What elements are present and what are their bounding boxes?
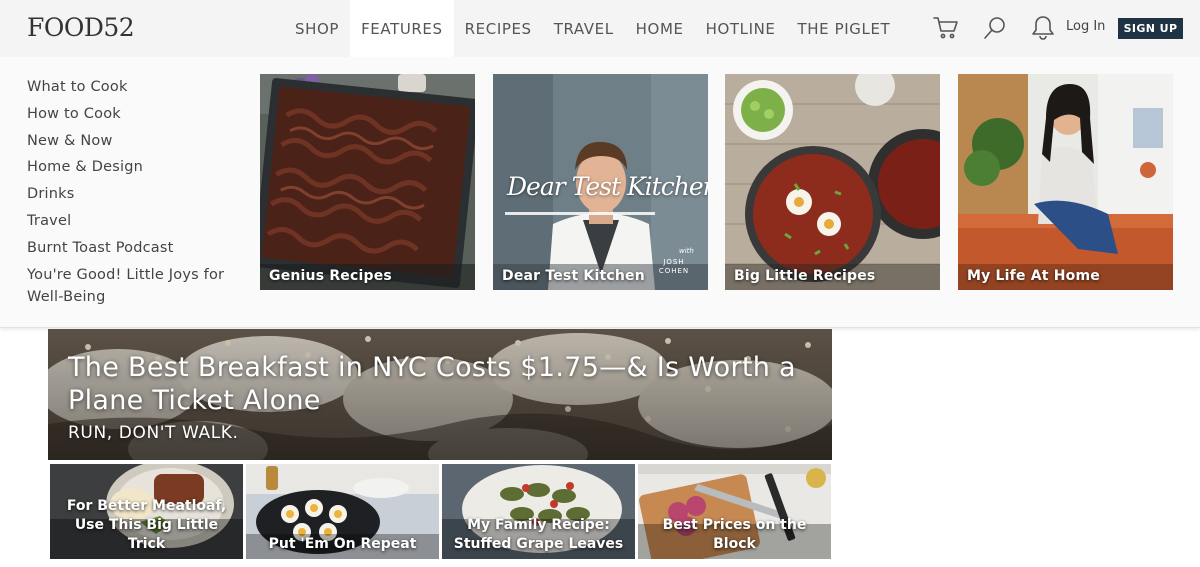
- feature-card-my-life-at-home[interactable]: My Life At Home: [958, 74, 1173, 290]
- genius-recipes-image: [260, 74, 475, 290]
- features-dropdown: What to Cook How to Cook New & Now Home …: [0, 57, 1200, 328]
- search-icon[interactable]: [981, 14, 1009, 42]
- my-life-at-home-image: [958, 74, 1173, 290]
- article-tile-meatloaf[interactable]: For Better Meatloaf, Use This Big Little…: [50, 464, 243, 559]
- nav-recipes[interactable]: RECIPES: [454, 0, 543, 57]
- hero-article[interactable]: The Best Breakfast in NYC Costs $1.75—& …: [48, 329, 832, 460]
- byline-name: JOSH COHEN: [658, 258, 690, 275]
- login-link[interactable]: Log In: [1066, 19, 1105, 34]
- article-tile-eggs[interactable]: Put 'Em On Repeat: [246, 464, 439, 559]
- menu-item-how-to-cook[interactable]: How to Cook: [27, 103, 242, 125]
- overlay-underline: [505, 212, 655, 215]
- hero-title[interactable]: The Best Breakfast in NYC Costs $1.75—& …: [68, 351, 828, 417]
- hero-subtitle: RUN, DON'T WALK.: [68, 423, 239, 443]
- card-caption: My Life At Home: [967, 268, 1100, 284]
- menu-item-home-design[interactable]: Home & Design: [27, 156, 242, 178]
- main-nav: SHOP FEATURES RECIPES TRAVEL HOME HOTLIN…: [284, 0, 901, 57]
- card-caption: Genius Recipes: [269, 268, 392, 284]
- menu-item-travel[interactable]: Travel: [27, 210, 242, 232]
- site-header: FOOD52 SHOP FEATURES RECIPES TRAVEL HOME…: [0, 0, 1200, 57]
- card-caption: Dear Test Kitchen: [502, 268, 645, 284]
- byline-with: with: [679, 247, 694, 255]
- menu-item-drinks[interactable]: Drinks: [27, 183, 242, 205]
- menu-item-what-to-cook[interactable]: What to Cook: [27, 76, 242, 98]
- dear-test-kitchen-overlay-title: Dear Test Kitchen: [507, 172, 708, 201]
- features-menu: What to Cook How to Cook New & Now Home …: [27, 76, 242, 312]
- nav-features[interactable]: FEATURES: [350, 0, 454, 57]
- article-tile-grape-leaves[interactable]: My Family Recipe: Stuffed Grape Leaves: [442, 464, 635, 559]
- menu-item-new-and-now[interactable]: New & Now: [27, 130, 242, 152]
- site-logo[interactable]: FOOD52: [27, 13, 135, 42]
- tile-caption: Best Prices on the Block: [662, 517, 807, 552]
- feature-card-dear-test-kitchen[interactable]: Dear Test Kitchen with JOSH COHEN Dear T…: [493, 74, 708, 290]
- nav-shop[interactable]: SHOP: [284, 0, 350, 57]
- nav-travel[interactable]: TRAVEL: [543, 0, 625, 57]
- feature-card-genius-recipes[interactable]: Genius Recipes: [260, 74, 475, 290]
- article-tile-best-prices[interactable]: Best Prices on the Block: [638, 464, 831, 559]
- tile-caption: Put 'Em On Repeat: [268, 536, 417, 552]
- feature-card-big-little-recipes[interactable]: Big Little Recipes: [725, 74, 940, 290]
- tile-caption: My Family Recipe: Stuffed Grape Leaves: [453, 517, 624, 552]
- signup-button[interactable]: SIGN UP: [1118, 18, 1183, 39]
- tile-caption: For Better Meatloaf, Use This Big Little…: [66, 498, 227, 552]
- card-caption: Big Little Recipes: [734, 268, 876, 284]
- menu-item-burnt-toast-podcast[interactable]: Burnt Toast Podcast: [27, 237, 242, 259]
- nav-hotline[interactable]: HOTLINE: [695, 0, 787, 57]
- cart-icon[interactable]: [932, 14, 960, 42]
- nav-the-piglet[interactable]: THE PIGLET: [787, 0, 902, 57]
- menu-item-youre-good[interactable]: You're Good! Little Joys for Well-Being: [27, 264, 242, 308]
- bell-icon[interactable]: [1029, 14, 1057, 42]
- big-little-recipes-image: [725, 74, 940, 290]
- nav-home[interactable]: HOME: [625, 0, 695, 57]
